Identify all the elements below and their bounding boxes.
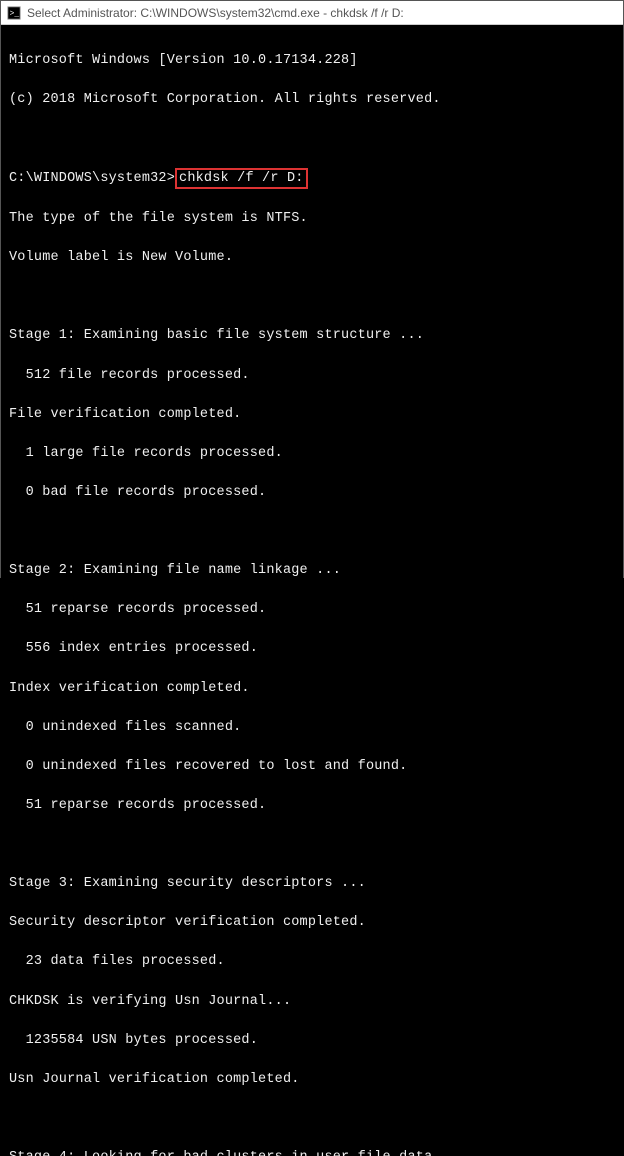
blank-line <box>9 287 615 307</box>
version-line: Microsoft Windows [Version 10.0.17134.22… <box>9 51 615 71</box>
stage2-index: 556 index entries processed. <box>9 639 615 659</box>
console-output[interactable]: Microsoft Windows [Version 10.0.17134.22… <box>1 25 623 1156</box>
volume-label-line: Volume label is New Volume. <box>9 248 615 268</box>
stage3-usn-bytes: 1235584 USN bytes processed. <box>9 1031 615 1051</box>
fs-type-line: The type of the file system is NTFS. <box>9 209 615 229</box>
blank-line <box>9 835 615 855</box>
blank-line <box>9 1109 615 1129</box>
prompt-text: C:\WINDOWS\system32> <box>9 171 175 186</box>
window-title: Select Administrator: C:\WINDOWS\system3… <box>27 6 404 20</box>
stage1-large: 1 large file records processed. <box>9 444 615 464</box>
stage2-unindexed-scan: 0 unindexed files scanned. <box>9 718 615 738</box>
blank-line <box>9 129 615 149</box>
highlighted-command: chkdsk /f /r D: <box>175 168 308 190</box>
cmd-icon: >_ <box>7 6 21 20</box>
stage4-title: Stage 4: Looking for bad clusters in use… <box>9 1148 615 1156</box>
stage1-bad: 0 bad file records processed. <box>9 483 615 503</box>
stage3-title: Stage 3: Examining security descriptors … <box>9 874 615 894</box>
stage2-unindexed-rec: 0 unindexed files recovered to lost and … <box>9 757 615 777</box>
stage2-verify: Index verification completed. <box>9 679 615 699</box>
stage3-data: 23 data files processed. <box>9 952 615 972</box>
stage3-verify: Security descriptor verification complet… <box>9 913 615 933</box>
stage3-usn: CHKDSK is verifying Usn Journal... <box>9 992 615 1012</box>
stage2-reparse2: 51 reparse records processed. <box>9 796 615 816</box>
stage1-title: Stage 1: Examining basic file system str… <box>9 326 615 346</box>
prompt-line: C:\WINDOWS\system32>chkdsk /f /r D: <box>9 168 615 190</box>
svg-text:>_: >_ <box>10 9 20 18</box>
stage3-usn-done: Usn Journal verification completed. <box>9 1070 615 1090</box>
copyright-line: (c) 2018 Microsoft Corporation. All righ… <box>9 90 615 110</box>
stage1-verify: File verification completed. <box>9 405 615 425</box>
stage2-reparse1: 51 reparse records processed. <box>9 600 615 620</box>
blank-line <box>9 522 615 542</box>
window-titlebar[interactable]: >_ Select Administrator: C:\WINDOWS\syst… <box>1 1 623 25</box>
stage1-records: 512 file records processed. <box>9 366 615 386</box>
